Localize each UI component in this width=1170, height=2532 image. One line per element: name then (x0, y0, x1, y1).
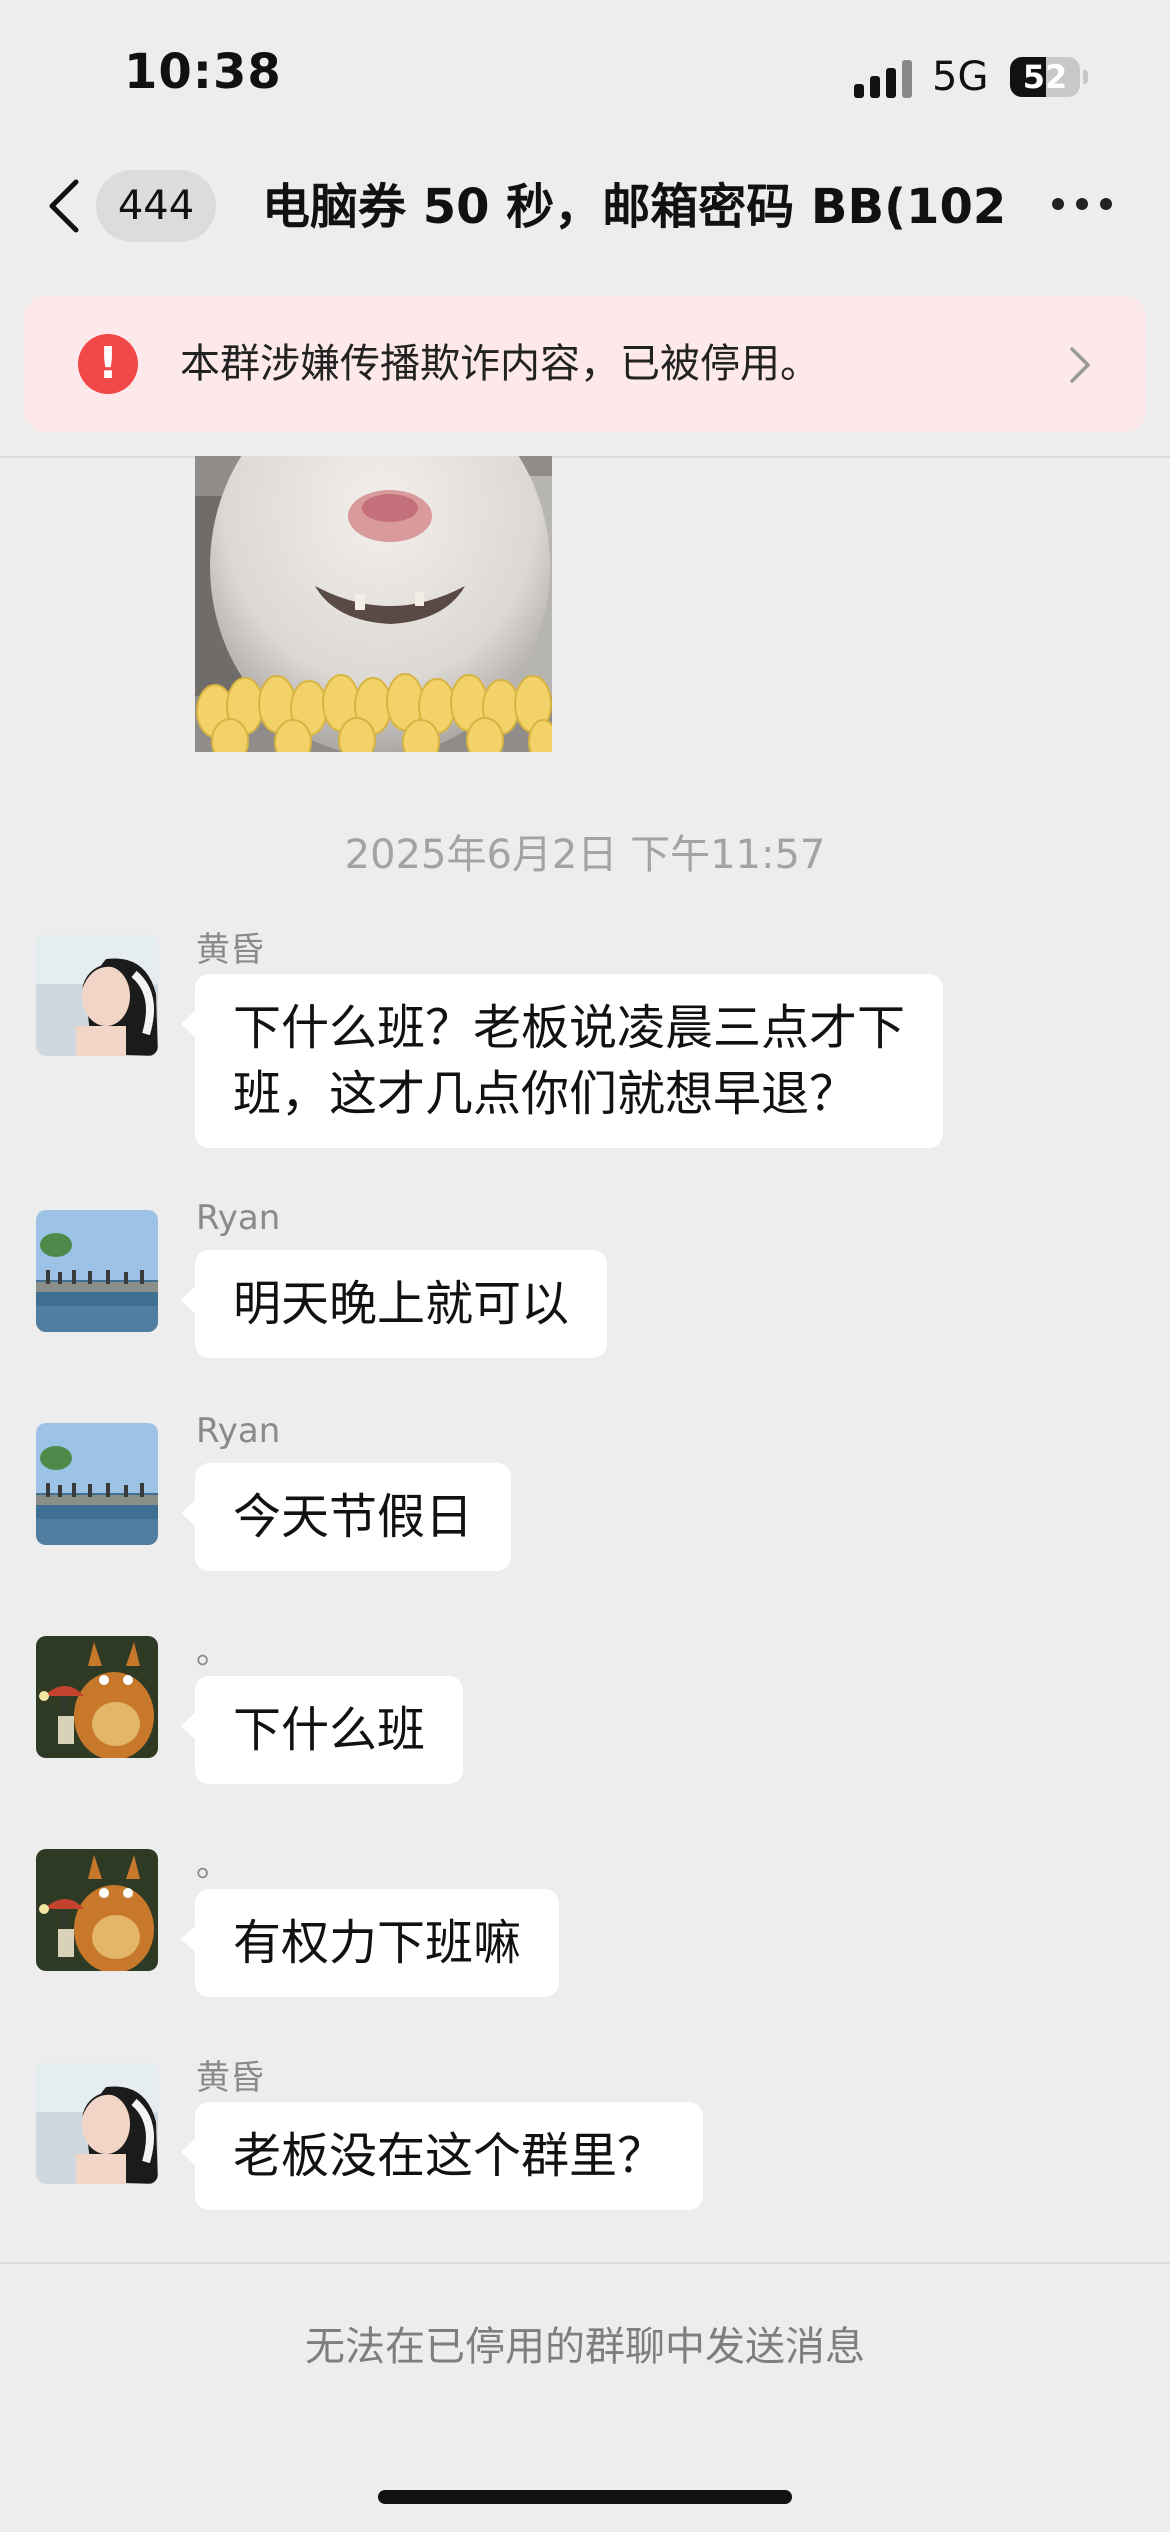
avatar-huanghun[interactable] (36, 934, 158, 1056)
message-timestamp: 2025年6月2日 下午11:57 (344, 832, 826, 878)
chevron-left-icon[interactable] (40, 176, 90, 236)
battery-cap (1083, 70, 1088, 84)
message-bubble[interactable]: 老板没在这个群里？ (180, 2102, 704, 2210)
message-bubble[interactable]: 明天晚上就可以 (180, 1250, 608, 1358)
chat-title: 电脑券 50 秒，邮箱密码 BB(102) (262, 179, 1002, 235)
message-line: 班，这才几点你们就想早退？ (233, 1066, 858, 1122)
network-type: 5G (932, 54, 989, 100)
avatar-totoro[interactable] (36, 1849, 158, 1971)
more-dots-icon[interactable] (1052, 198, 1112, 212)
sender-name: 。 (196, 1845, 230, 1885)
sender-name: Ryan (196, 1411, 281, 1451)
message-bubble[interactable]: 有权力下班嘛 (180, 1889, 560, 1997)
message-bubble[interactable]: 下什么班 (180, 1676, 464, 1784)
message-bubble[interactable]: 下什么班？老板说凌晨三点才下 班，这才几点你们就想早退？ (180, 974, 944, 1148)
banner-text: 本群涉嫌传播欺诈内容，已被停用。 (180, 341, 820, 387)
avatar-ryan[interactable] (36, 1210, 158, 1332)
battery-icon: 52 (1010, 57, 1080, 97)
message-line: 老板没在这个群里？ (233, 2128, 666, 2184)
sender-name: 黄昏 (196, 2058, 264, 2098)
footer-divider (0, 2262, 1170, 2264)
header-divider (0, 456, 1170, 458)
status-time: 10:38 (124, 44, 282, 100)
sender-name: 。 (196, 1632, 230, 1672)
battery-percent: 52 (1022, 58, 1068, 96)
message-line: 下什么班？老板说凌晨三点才下 (233, 1000, 906, 1056)
message-line: 有权力下班嘛 (233, 1915, 522, 1971)
message-bubble[interactable]: 今天节假日 (180, 1463, 512, 1571)
image-message[interactable] (195, 456, 552, 752)
avatar-huanghun[interactable] (36, 2062, 158, 2184)
cat-eating-corn-image (195, 456, 552, 752)
cellular-signal-icon (854, 60, 914, 98)
sender-name: Ryan (196, 1198, 281, 1238)
chevron-right-icon (1070, 347, 1090, 383)
disabled-chat-notice: 无法在已停用的群聊中发送消息 (305, 2324, 865, 2370)
exclamation-icon: ! (78, 334, 138, 394)
home-indicator[interactable] (378, 2490, 792, 2504)
avatar-totoro[interactable] (36, 1636, 158, 1758)
message-line: 今天节假日 (233, 1489, 474, 1545)
message-line: 下什么班 (233, 1702, 426, 1758)
unread-count-badge[interactable]: 444 (96, 170, 216, 242)
message-line: 明天晚上就可以 (233, 1276, 570, 1332)
sender-name: 黄昏 (196, 930, 264, 970)
avatar-ryan[interactable] (36, 1423, 158, 1545)
